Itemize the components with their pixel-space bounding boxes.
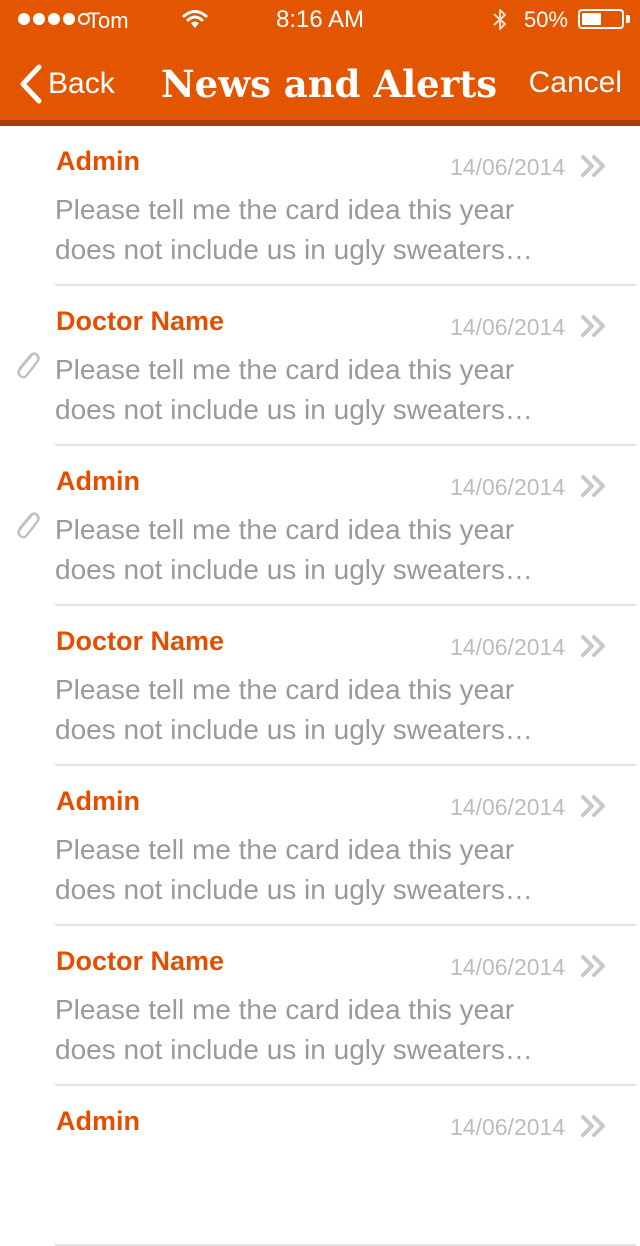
message-preview: Please tell me the card idea this year do… (55, 350, 585, 430)
cancel-button[interactable]: Cancel (529, 66, 622, 100)
message-sender: Doctor Name (56, 306, 225, 336)
message-date: 14/06/2014 (450, 794, 566, 820)
battery-icon (578, 9, 624, 29)
message-sender: Admin (56, 786, 140, 816)
chevron-double-right-icon (580, 154, 608, 183)
message-row[interactable]: Doctor Name 14/06/2014 Please tell me the … (0, 606, 640, 766)
message-preview: Please tell me the card idea this year do… (55, 510, 585, 590)
message-preview: Please tell me the card idea this year do… (55, 830, 585, 910)
message-sender: Admin (56, 1106, 140, 1136)
message-date: 14/06/2014 (450, 314, 566, 340)
message-preview-line: does not include us in ugly sweaters… (55, 714, 533, 745)
message-preview-line: does not include us in ugly sweaters… (55, 554, 533, 585)
message-preview-line: Please tell me the card idea this year (55, 194, 515, 225)
bluetooth-icon (490, 6, 510, 39)
message-date: 14/06/2014 (450, 954, 566, 980)
message-row[interactable]: Doctor Name 14/06/2014 Please tell me the … (0, 286, 640, 446)
message-preview-line: Please tell me the card idea this year (55, 994, 515, 1025)
message-row[interactable]: Admin 14/06/2014 Please tell me the card i… (0, 766, 640, 926)
message-sender: Admin (56, 146, 140, 176)
message-preview: Please tell me the card idea this year do… (55, 990, 585, 1070)
chevron-double-right-icon (580, 794, 608, 823)
message-date: 14/06/2014 (450, 634, 566, 660)
message-row[interactable]: Admin 14/06/2014 Please tell me the card i… (0, 126, 640, 286)
chevron-double-right-icon (580, 634, 608, 663)
message-row[interactable]: Admin 14/06/2014 Please tell me the card i… (0, 446, 640, 606)
message-row[interactable]: Admin 14/06/2014 (0, 1086, 640, 1246)
paperclip-icon (12, 509, 42, 546)
message-preview-line: does not include us in ugly sweaters… (55, 234, 533, 265)
message-date: 14/06/2014 (450, 1114, 566, 1140)
header: Tom 8:16 AM 50% Back News and Alerts Can… (0, 0, 640, 120)
message-date: 14/06/2014 (450, 474, 566, 500)
message-preview-line: does not include us in ugly sweaters… (55, 394, 533, 425)
message-sender: Admin (56, 466, 140, 496)
chevron-double-right-icon (580, 474, 608, 503)
message-preview-line: Please tell me the card idea this year (55, 834, 515, 865)
message-preview-line: Please tell me the card idea this year (55, 674, 515, 705)
chevron-double-right-icon (580, 1114, 608, 1143)
battery-percentage: 50% (524, 7, 569, 32)
message-sender: Doctor Name (56, 626, 225, 656)
chevron-double-right-icon (580, 314, 608, 343)
message-sender: Doctor Name (56, 946, 225, 976)
message-date: 14/06/2014 (450, 154, 566, 180)
status-bar: Tom 8:16 AM 50% (0, 0, 640, 40)
message-preview-line: does not include us in ugly sweaters… (55, 1034, 533, 1065)
chevron-double-right-icon (580, 954, 608, 983)
message-preview-line: Please tell me the card idea this year (55, 354, 515, 385)
paperclip-icon (12, 349, 42, 386)
message-preview-line: Please tell me the card idea this year (55, 514, 515, 545)
message-list: Admin 14/06/2014 Please tell me the card i… (0, 126, 640, 1246)
message-preview: Please tell me the card idea this year do… (55, 190, 585, 270)
message-row[interactable]: Doctor Name 14/06/2014 Please tell me the … (0, 926, 640, 1086)
navigation-bar: Back News and Alerts Cancel (0, 40, 640, 120)
message-preview-line: does not include us in ugly sweaters… (55, 874, 533, 905)
message-preview: Please tell me the card idea this year do… (55, 670, 585, 750)
